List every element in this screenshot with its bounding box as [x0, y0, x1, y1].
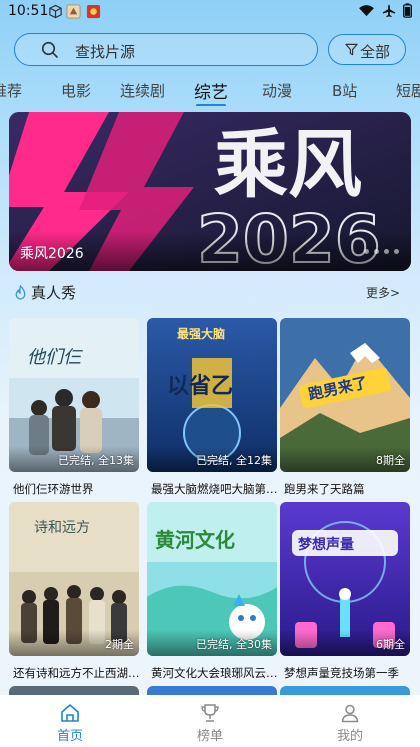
section-title: 真人秀: [31, 284, 77, 302]
show-title: 他们仨环游世界: [13, 482, 94, 496]
category-tabs: 推荐 电影 连续剧 综艺 动漫 B站 短剧: [0, 78, 420, 106]
filter-label: 全部: [360, 43, 391, 61]
banner-pagination[interactable]: [364, 249, 399, 254]
show-poster: 黄河文化 已完结, 全30集: [147, 502, 277, 656]
status-time: 10:51: [8, 3, 49, 19]
filter-icon: [345, 43, 358, 56]
show-poster: 跑男来了 8期全: [280, 318, 410, 472]
svg-text:黄河文化: 黄河文化: [155, 528, 235, 552]
show-title: 还有诗和远方不止西湖第三季: [13, 666, 141, 680]
show-title: 黄河文化大会琅琊风云第一季: [151, 666, 279, 680]
show-card[interactable]: 跑男来了 8期全 跑男来了天路篇: [280, 318, 410, 496]
tab-anime[interactable]: 动漫: [262, 80, 292, 101]
banner-art-title: 乘风: [214, 122, 362, 208]
pagination-dot[interactable]: [384, 249, 389, 254]
bottom-navigation: 首页 榜单 我的: [0, 695, 420, 747]
cube-notification-icon: [49, 4, 62, 19]
profile-icon: [341, 704, 359, 723]
show-title: 最强大脑燃烧吧大脑第三季: [151, 482, 279, 496]
search-placeholder: 查找片源: [75, 43, 136, 61]
tab-short-drama[interactable]: 短剧: [396, 80, 420, 101]
show-poster: 诗和远方 2期全: [9, 502, 139, 656]
show-poster: 他们仨 已完结, 全13集: [9, 318, 139, 472]
status-right: [358, 3, 412, 18]
pagination-dot[interactable]: [374, 249, 379, 254]
show-card[interactable]: 诗和远方 2期全 还有诗和远方不止西湖第三季: [9, 502, 141, 680]
search-input[interactable]: 查找片源: [14, 33, 318, 66]
episode-badge: 6期全: [376, 638, 405, 651]
flame-icon: [15, 285, 26, 300]
show-title: 梦想声量竞技场第一季: [284, 666, 399, 680]
wifi-icon: [359, 5, 374, 17]
nav-home[interactable]: 首页: [30, 695, 110, 747]
more-link[interactable]: 更多>: [366, 284, 400, 301]
battery-icon: [403, 3, 412, 18]
filter-button[interactable]: 全部: [328, 34, 406, 65]
section-header: 真人秀 更多>: [0, 281, 420, 305]
show-card[interactable]: 梦想声量 6期全 梦想声量竞技场第一季: [280, 502, 410, 680]
svg-text:以省乙: 以省乙: [167, 374, 233, 399]
show-card[interactable]: 他们仨 已完结, 全13集 他们仨环游世界: [9, 318, 139, 496]
tab-variety[interactable]: 综艺: [194, 78, 228, 103]
pagination-dot[interactable]: [394, 249, 399, 254]
status-bar: 10:51: [0, 0, 420, 24]
show-poster: 梦想声量 6期全: [280, 502, 410, 656]
show-title: 跑男来了天路篇: [284, 482, 365, 496]
app-notification-icon-2: [86, 4, 101, 19]
trophy-icon: [201, 704, 219, 722]
tab-bilibili[interactable]: B站: [332, 80, 357, 101]
nav-ranking-label: 榜单: [196, 729, 223, 744]
app-notification-icon: [66, 4, 81, 19]
episode-badge: 已完结, 全12集: [196, 454, 272, 467]
airplane-icon: [382, 4, 396, 17]
show-poster: 最强大脑 以省乙 已完结, 全12集: [147, 318, 277, 472]
pagination-dot[interactable]: [364, 249, 369, 254]
show-card[interactable]: 最强大脑 以省乙 已完结, 全12集 最强大脑燃烧吧大脑第三季: [147, 318, 279, 496]
show-card[interactable]: 黄河文化 已完结, 全30集 黄河文化大会琅琊风云第一季: [147, 502, 279, 680]
hero-banner[interactable]: 乘风 2026 乘风2026: [9, 112, 411, 271]
episode-badge: 8期全: [376, 454, 405, 467]
home-icon: [61, 704, 79, 722]
nav-profile[interactable]: 我的: [310, 695, 390, 747]
episode-badge: 已完结, 全13集: [58, 454, 134, 467]
svg-text:诗和远方: 诗和远方: [34, 520, 90, 536]
svg-text:最强大脑: 最强大脑: [177, 326, 225, 341]
active-tab-indicator: [196, 104, 226, 106]
tab-movies[interactable]: 电影: [61, 80, 91, 101]
banner-title: 乘风2026: [20, 246, 84, 262]
search-icon: [41, 41, 58, 58]
nav-ranking[interactable]: 榜单: [170, 695, 250, 747]
svg-text:梦想声量: 梦想声量: [298, 536, 354, 553]
nav-home-label: 首页: [56, 729, 83, 744]
episode-badge: 2期全: [105, 638, 134, 651]
nav-profile-label: 我的: [336, 729, 363, 744]
tab-recommend[interactable]: 推荐: [0, 80, 22, 101]
svg-text:他们仨: 他们仨: [27, 347, 83, 368]
episode-badge: 已完结, 全30集: [196, 638, 272, 651]
tab-series[interactable]: 连续剧: [120, 80, 165, 101]
